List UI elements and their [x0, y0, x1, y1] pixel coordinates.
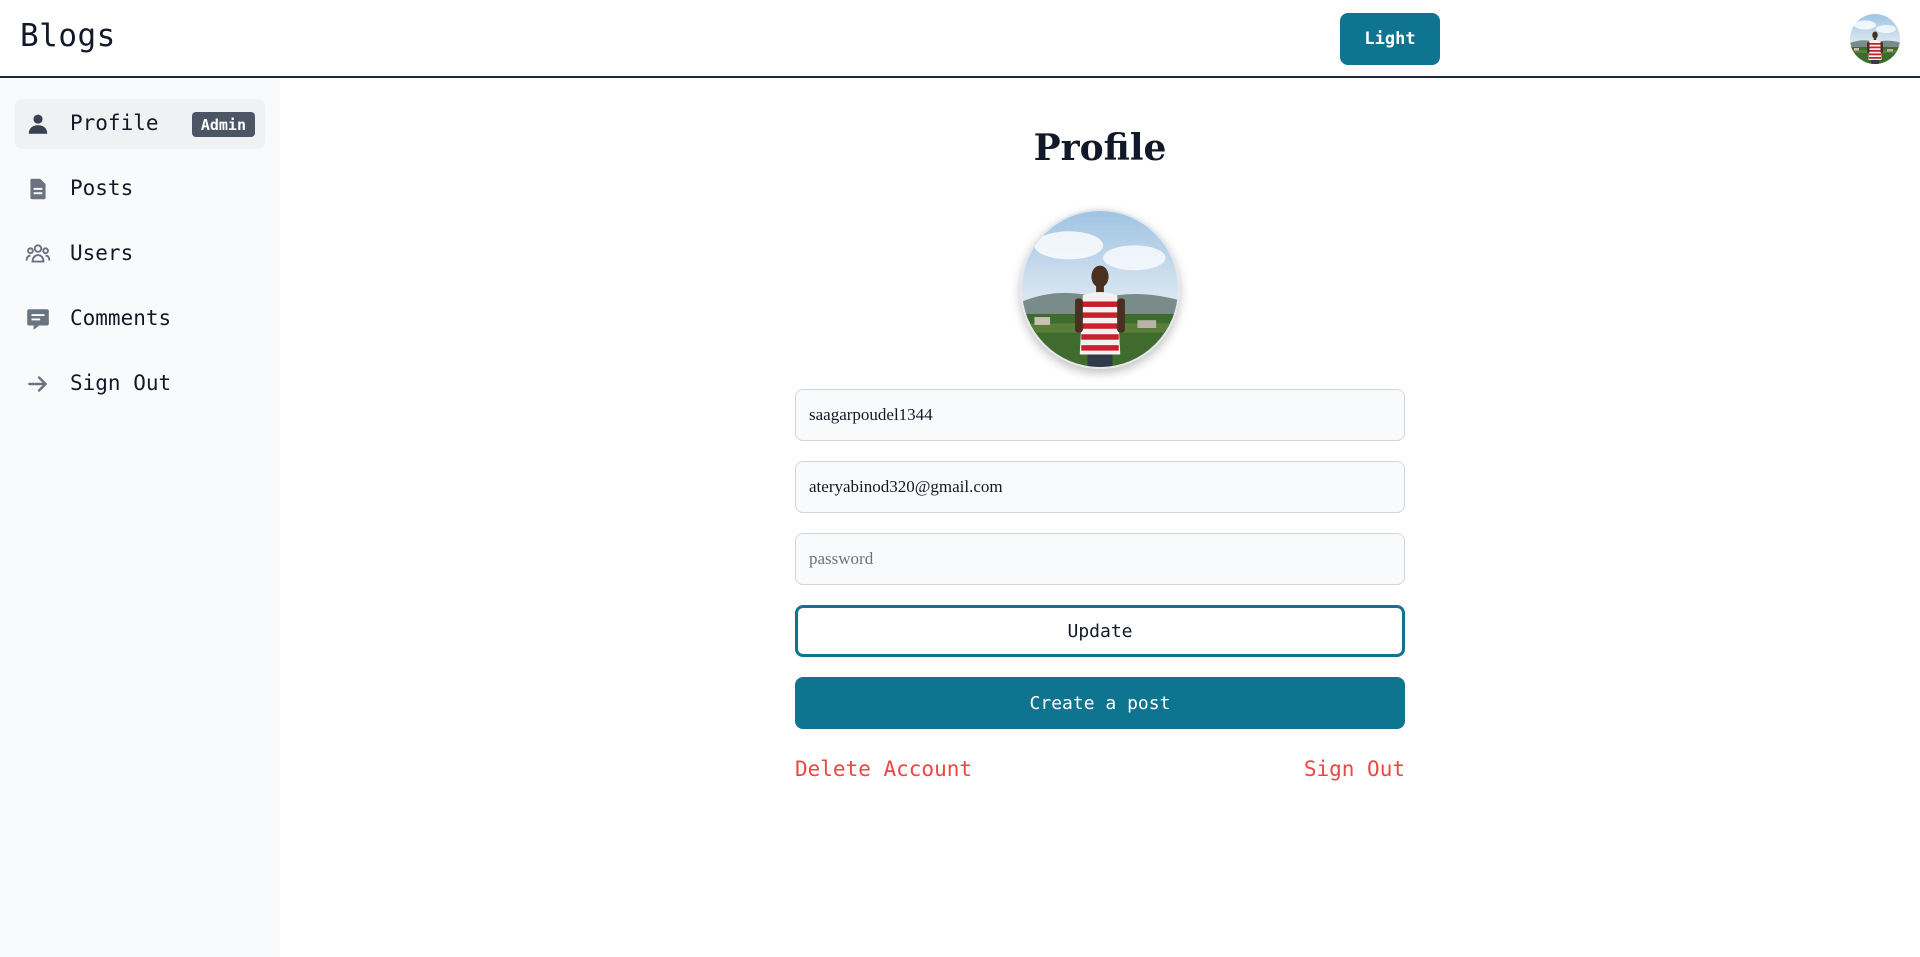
profile-panel: Profile Update Create a post Delete Acco… — [280, 79, 1920, 957]
delete-account-link[interactable]: Delete Account — [795, 757, 972, 781]
theme-toggle-button[interactable]: Light — [1340, 13, 1440, 65]
sidebar-item-label: Posts — [70, 176, 134, 200]
users-group-icon — [25, 241, 51, 267]
sidebar: Profile Admin Posts Users Comments Sign … — [0, 79, 280, 957]
password-field[interactable] — [795, 533, 1405, 585]
sidebar-item-comments[interactable]: Comments — [15, 294, 265, 344]
sidebar-item-label: Sign Out — [70, 371, 172, 395]
sidebar-item-users[interactable]: Users — [15, 229, 265, 279]
profile-avatar[interactable] — [1020, 209, 1180, 369]
update-button[interactable]: Update — [795, 605, 1405, 657]
sidebar-item-sign-out[interactable]: Sign Out — [15, 359, 265, 409]
user-avatar[interactable] — [1850, 14, 1900, 64]
sidebar-item-label: Profile — [70, 111, 159, 135]
arrow-right-icon — [25, 371, 51, 397]
top-navbar: Blogs Light — [0, 0, 1920, 78]
sign-out-link[interactable]: Sign Out — [1304, 757, 1405, 781]
sidebar-item-label: Comments — [70, 306, 172, 330]
person-icon — [25, 111, 51, 137]
comment-icon — [25, 306, 51, 332]
create-post-button[interactable]: Create a post — [795, 677, 1405, 729]
role-badge: Admin — [191, 112, 255, 137]
sidebar-item-profile[interactable]: Profile Admin — [15, 99, 265, 149]
username-field[interactable] — [795, 389, 1405, 441]
email-field[interactable] — [795, 461, 1405, 513]
brand-logo[interactable]: Blogs — [20, 18, 116, 54]
page-title: Profile — [1033, 127, 1167, 169]
sidebar-item-label: Users — [70, 241, 134, 265]
sidebar-item-posts[interactable]: Posts — [15, 164, 265, 214]
document-icon — [25, 176, 51, 202]
